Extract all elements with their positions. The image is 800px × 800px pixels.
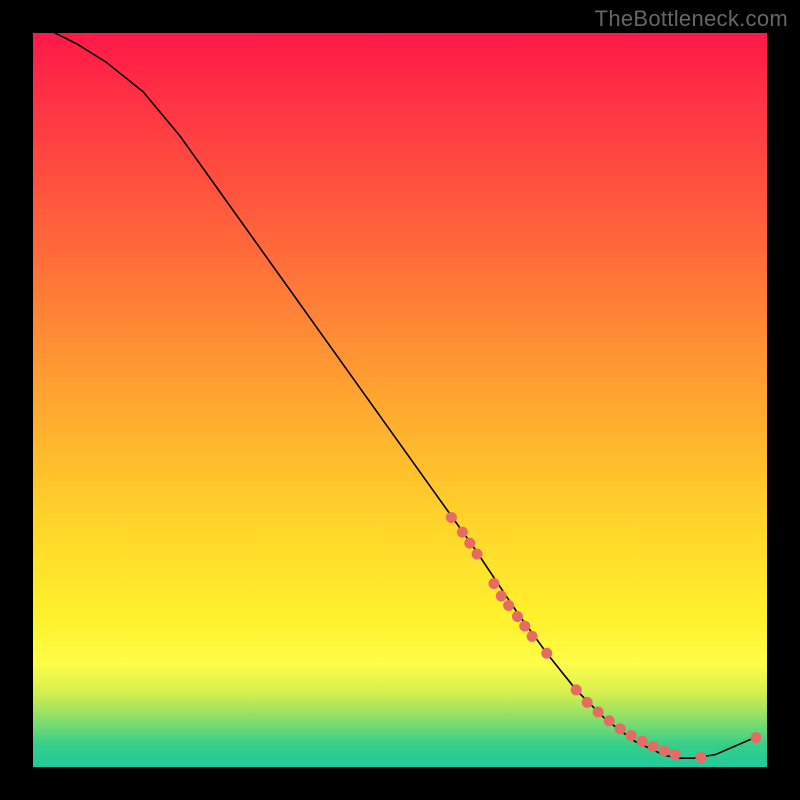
data-point <box>472 549 483 560</box>
data-point <box>464 538 475 549</box>
data-point <box>626 730 637 741</box>
data-point <box>446 512 457 523</box>
data-point <box>593 706 604 717</box>
data-point <box>488 578 499 589</box>
watermark-text: TheBottleneck.com <box>595 6 788 32</box>
data-point <box>457 527 468 538</box>
data-point <box>604 715 615 726</box>
chart-container: TheBottleneck.com <box>0 0 800 800</box>
data-point <box>615 723 626 734</box>
scatter-dots <box>446 512 762 763</box>
data-point <box>659 745 670 756</box>
data-point <box>541 648 552 659</box>
data-point <box>695 752 706 763</box>
data-point <box>670 749 681 760</box>
data-point <box>750 732 761 743</box>
chart-svg <box>33 33 767 767</box>
plot-area <box>33 33 767 767</box>
data-point <box>648 741 659 752</box>
data-point <box>496 590 507 601</box>
data-point <box>519 621 530 632</box>
data-point <box>571 684 582 695</box>
data-point <box>582 697 593 708</box>
data-point <box>527 631 538 642</box>
bottleneck-curve <box>55 33 760 758</box>
data-point <box>512 611 523 622</box>
data-point <box>637 736 648 747</box>
data-point <box>503 600 514 611</box>
